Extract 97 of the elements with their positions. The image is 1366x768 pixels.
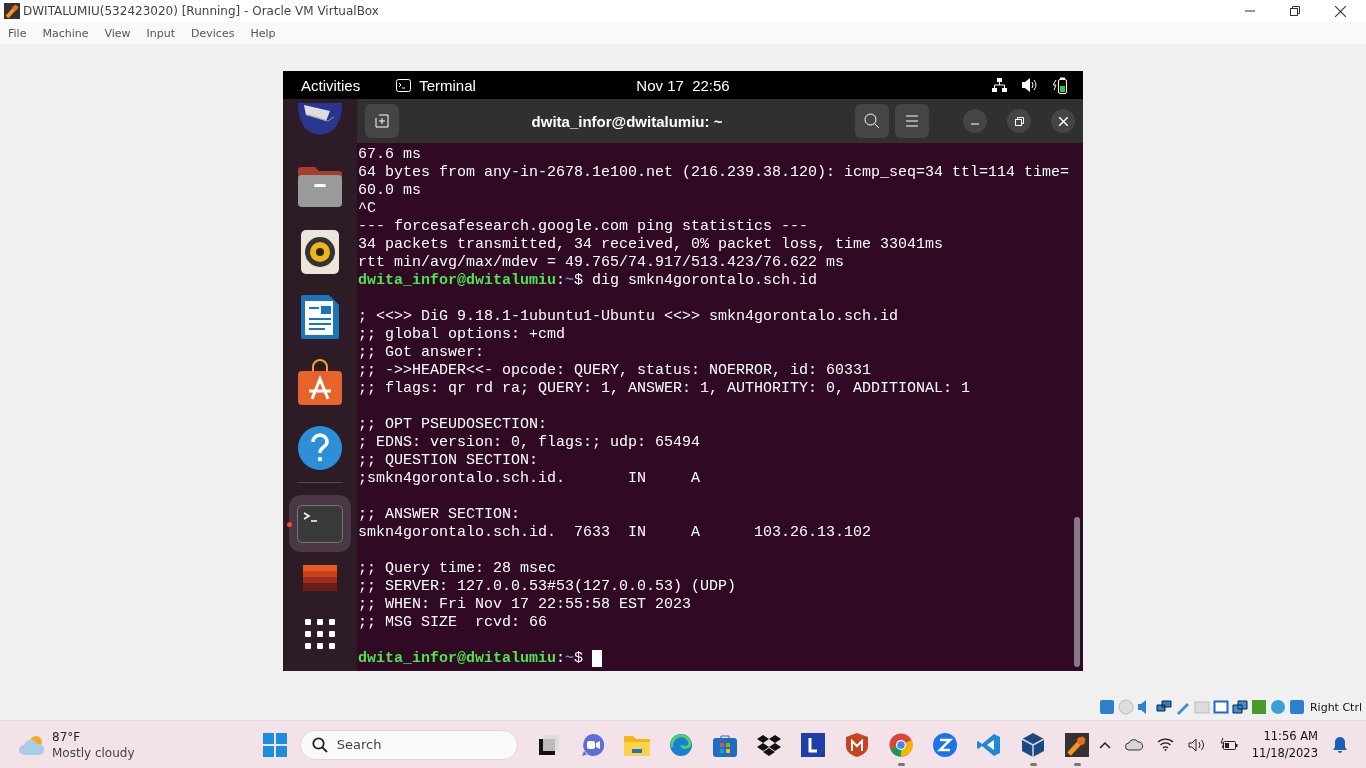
battery-icon[interactable] [1053, 76, 1067, 94]
cube-icon [1020, 731, 1045, 758]
activities-button[interactable]: Activities [283, 76, 379, 94]
running-indicator [897, 762, 905, 766]
prompt-line: dwita_infor@dwitalumiu:~$ dig smkn4gorontalo.sch.id [358, 272, 818, 290]
running-indicator [287, 521, 292, 527]
close-icon[interactable] [1335, 5, 1346, 17]
terminal-line: 60.0 ms [358, 182, 421, 200]
menu-item[interactable]: Input [146, 26, 176, 40]
terminal-line: ;; MSG SIZE rcvd: 66 [358, 614, 548, 632]
folder-icon [623, 733, 650, 756]
new-tab-icon [375, 114, 389, 128]
display-status-icon[interactable] [1212, 699, 1229, 715]
bell-icon[interactable] [1332, 735, 1348, 754]
terminal-line: ;; OPT PSEUDOSECTION: [358, 416, 548, 434]
terminal-line: ; EDNS: version: 0, flags:; udp: 65494 [358, 434, 701, 452]
keyboard-status-icon[interactable] [1288, 699, 1305, 715]
browser-circle-icon [888, 732, 913, 757]
close-icon [1058, 116, 1068, 126]
app-menu-label[interactable]: Terminal [419, 76, 476, 94]
terminal-line: ;; ->>HEADER<<- opcode: QUERY, status: NOERROR, id: 60331 [358, 362, 872, 380]
shopping-bag-icon [297, 359, 343, 406]
terminal-line: ;; flags: qr rd ra; QUERY: 1, ANSWER: 1, AUTHORITY: 0, ADDITIONAL: 1 [358, 380, 971, 398]
weather-condition[interactable]: Mostly cloudy [52, 744, 135, 761]
search-field[interactable]: Search [299, 729, 518, 760]
temperature[interactable]: 87°F [52, 728, 135, 745]
prompt-line: dwita_infor@dwitalumiu:~$ [358, 650, 585, 668]
terminal-title: dwita_infor@dwitalumiu: ~ [530, 112, 724, 130]
minimize-button[interactable] [963, 109, 987, 133]
shield-icon [845, 732, 868, 757]
terminal-line: ;; QUESTION SECTION: [358, 452, 539, 470]
search-icon [864, 113, 880, 129]
document-icon [301, 295, 339, 340]
terminal-line: ;; ANSWER SECTION: [358, 506, 521, 524]
windows-start-icon[interactable] [262, 732, 287, 757]
terminal-icon [297, 504, 343, 543]
close-button[interactable] [1051, 109, 1075, 133]
menu-item[interactable]: Devices [191, 26, 235, 40]
running-indicator [1029, 762, 1037, 766]
open-box-icon [756, 733, 781, 756]
terminal-line: ;; global options: +cmd [358, 326, 566, 344]
host-key-label: Right Ctrl [1309, 700, 1362, 714]
terminal-line: 34 packets transmitted, 34 received, 0% packet loss, time 33041ms [358, 236, 944, 254]
folder-icon [297, 166, 343, 208]
new-tab-button[interactable] [365, 104, 399, 138]
taskbar-date[interactable]: 11/18/2023 [1251, 744, 1318, 762]
maximize-button[interactable] [1007, 109, 1031, 133]
menu-item[interactable]: View [104, 26, 131, 40]
network-icon[interactable] [992, 78, 1007, 92]
search-icon [311, 736, 328, 753]
help-icon [298, 425, 342, 470]
maximize-icon[interactable] [1290, 6, 1300, 16]
z-circle-icon [932, 732, 957, 757]
volume-icon[interactable] [1187, 737, 1206, 752]
store-bag-icon [712, 732, 737, 757]
clock[interactable]: Nov 17 22:56 [636, 76, 730, 94]
menu-item[interactable]: Machine [42, 26, 89, 40]
battery-charging-icon[interactable] [1219, 737, 1238, 752]
search-button[interactable] [855, 104, 889, 138]
video-chat-icon [580, 732, 605, 757]
letter-tile-icon [800, 732, 825, 757]
cloud-icon[interactable] [1124, 738, 1143, 751]
terminal-line: 67.6 ms [358, 146, 421, 164]
wifi-icon[interactable] [1156, 738, 1174, 751]
terminal-icon [396, 78, 412, 92]
displays-status-icon[interactable] [1231, 699, 1248, 715]
taskbar-time[interactable]: 11:56 AM [1263, 727, 1318, 745]
terminal-line: ;; WHEN: Fri Nov 17 22:55:58 EST 2023 [358, 596, 692, 614]
disk-status-icon[interactable] [1098, 699, 1115, 715]
network-status-icon[interactable] [1155, 699, 1172, 715]
menu-item[interactable]: File [8, 26, 27, 40]
terminal-line: ;; SERVER: 127.0.0.53#53(127.0.0.53) (UDP) [358, 578, 737, 596]
terminal-line: --- forcesafesearch.google.com ping statistics --- [358, 218, 809, 236]
terminal-line: ^C [358, 200, 376, 218]
chevron-up-icon[interactable] [1098, 740, 1111, 749]
terminal-line: rtt min/avg/max/mdev = 49.765/74.917/513.423/76.622 ms [358, 254, 845, 272]
menu-icon [905, 115, 919, 127]
stacked-layers-icon [303, 565, 337, 592]
code-editor-icon [976, 732, 1001, 757]
terminal-line: smkn4gorontalo.sch.id. 7633 IN A 103.26.13.102 [358, 524, 872, 542]
browser-wave-icon [668, 732, 693, 757]
volume-icon[interactable] [1022, 78, 1038, 92]
task-view-icon [536, 732, 561, 757]
terminal-line: ;smkn4gorontalo.sch.id. IN A [358, 470, 701, 488]
speaker-icon [301, 230, 339, 275]
restore-icon [1014, 116, 1024, 126]
scrollbar-thumb[interactable] [1074, 517, 1080, 667]
menu-button[interactable] [895, 104, 929, 138]
terminal-line: ;; Got answer: [358, 344, 485, 362]
menu-item[interactable]: Help [250, 26, 276, 40]
app-grid-icon [305, 619, 335, 650]
window-title: DWITALUMIU(532423020) [Running] - Oracle VM VirtualBox [23, 4, 379, 18]
terminal-line: 64 bytes from any-in-2678.1e100.net (216.239.38.120): icmp_seq=34 ttl=114 time= [358, 164, 1070, 182]
terminal-line: ;; Query time: 28 msec [358, 560, 557, 578]
running-indicator [1073, 762, 1081, 766]
terminal-line: ; <<>> DiG 9.18.1-1ubuntu1-Ubuntu <<>> smkn4gorontalo.sch.id [358, 308, 899, 326]
globe-status-icon[interactable] [1269, 699, 1286, 715]
